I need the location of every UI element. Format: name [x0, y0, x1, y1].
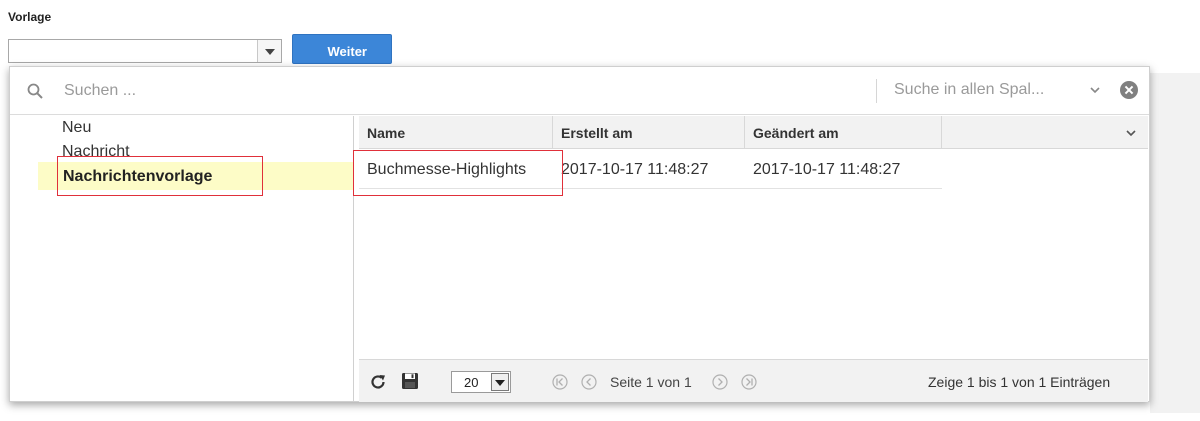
side-panel-background	[1150, 73, 1200, 413]
cell-created: 2017-10-17 11:48:27	[561, 161, 709, 178]
column-header-changed[interactable]: Geändert am	[745, 116, 942, 149]
first-page-icon[interactable]	[552, 374, 568, 390]
tree-item-neu[interactable]: Neu	[62, 119, 91, 137]
prev-page-icon[interactable]	[581, 374, 597, 390]
page-size-dropdown-button[interactable]	[491, 373, 509, 391]
template-label: Vorlage	[8, 10, 52, 24]
search-scope-select[interactable]: Suche in allen Spal...	[894, 81, 1044, 99]
search-divider	[876, 79, 877, 103]
annotation-box	[353, 150, 563, 196]
chevron-down-icon[interactable]	[1088, 83, 1102, 97]
last-page-icon[interactable]	[741, 374, 757, 390]
template-grid: Name Erstellt am Geändert am Buchmesse-H…	[353, 116, 1148, 402]
grid-header: Name Erstellt am Geändert am	[359, 116, 1148, 149]
next-page-icon[interactable]	[712, 374, 728, 390]
save-icon[interactable]	[401, 372, 419, 390]
clear-icon[interactable]	[1120, 81, 1138, 99]
category-tree: Neu Nachricht Nachrichtenvorlage	[10, 116, 354, 402]
page-indicator: Seite 1 von 1	[610, 374, 692, 390]
search-input[interactable]	[62, 79, 562, 103]
search-bar: Suche in allen Spal...	[10, 67, 1149, 115]
next-button[interactable]: Weiter	[292, 34, 392, 64]
column-header-name[interactable]: Name	[359, 116, 553, 149]
refresh-icon[interactable]	[369, 373, 387, 391]
column-menu-chevron-icon[interactable]	[1125, 127, 1137, 139]
annotation-box	[57, 156, 263, 196]
template-select[interactable]	[8, 39, 282, 63]
pager: 20 Seite 1 von 1 Zeige 1 bis 1 von 1 Ein…	[359, 359, 1148, 402]
column-header-created[interactable]: Erstellt am	[553, 116, 745, 149]
template-picker-popup: Suche in allen Spal... Neu Nachricht Nac…	[9, 66, 1150, 402]
page-size-value: 20	[464, 375, 479, 390]
template-dropdown-button[interactable]	[257, 40, 281, 62]
page-size-select[interactable]: 20	[451, 371, 511, 393]
cell-changed: 2017-10-17 11:48:27	[753, 161, 901, 178]
search-icon[interactable]	[27, 83, 43, 99]
entries-summary: Zeige 1 bis 1 von 1 Einträgen	[928, 374, 1111, 390]
